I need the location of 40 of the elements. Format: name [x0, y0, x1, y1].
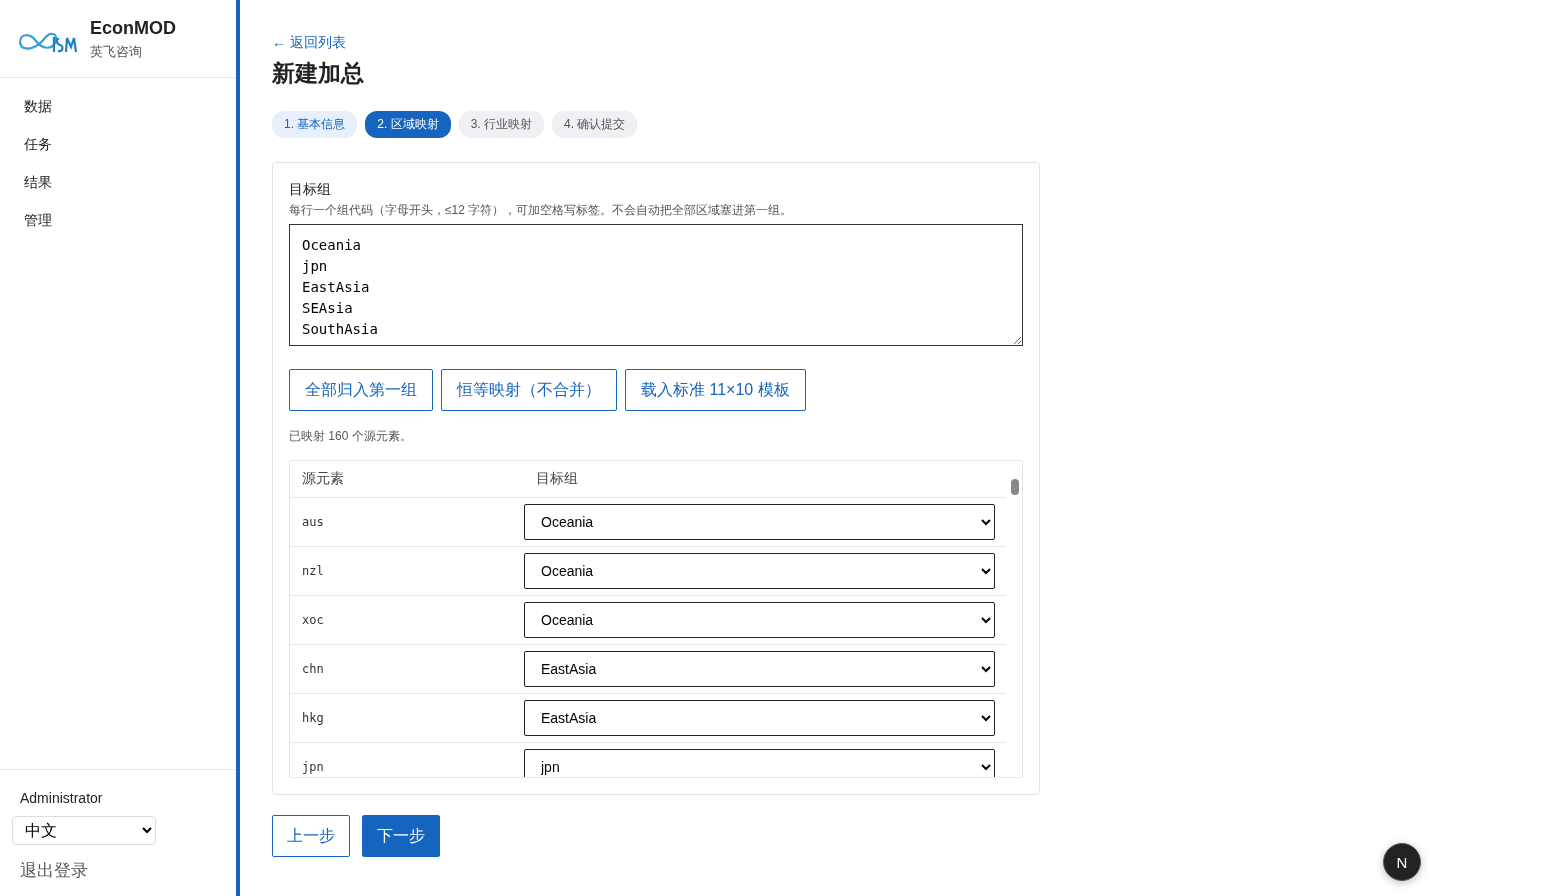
dev-badge[interactable]: N [1383, 843, 1421, 881]
nav-item[interactable]: 数据 [0, 88, 236, 126]
action-button[interactable]: 恒等映射（不合并） [441, 369, 617, 411]
step-tab[interactable]: 2. 区域映射 [365, 111, 451, 138]
column-header: 源元素 [301, 470, 345, 488]
table-cell-text: aus [301, 515, 325, 529]
table-cell-text: xoc [301, 613, 325, 627]
previous-button[interactable]: 上一步 [272, 815, 350, 857]
step-tab[interactable]: 4. 确认提交 [552, 111, 638, 138]
column-header: 目标组 [535, 470, 579, 488]
nav-item[interactable]: 结果 [0, 164, 236, 202]
group-select[interactable]: Oceania [524, 602, 995, 638]
group-select[interactable]: EastAsia [524, 651, 995, 687]
table-cell-text: nzl [301, 564, 325, 578]
back-link[interactable]: ← 返回列表 [272, 34, 1040, 52]
action-button[interactable]: 全部归入第一组 [289, 369, 433, 411]
group-select[interactable]: jpn [524, 749, 995, 777]
group-select[interactable]: Oceania [524, 504, 995, 540]
field-label: 目标组 [289, 181, 332, 199]
company-name: 英飞咨询 [90, 43, 143, 61]
groups-textarea[interactable]: Oceania jpn EastAsia SEAsia SouthAsia [289, 224, 1023, 346]
group-select[interactable]: EastAsia [524, 700, 995, 736]
nav-item[interactable]: 管理 [0, 202, 236, 240]
next-button[interactable]: 下一步 [362, 815, 440, 857]
step-tab[interactable]: 1. 基本信息 [272, 111, 358, 138]
nav-item[interactable]: 任务 [0, 126, 236, 164]
group-select[interactable]: Oceania [524, 553, 995, 589]
logout-link[interactable]: 退出登录 [12, 855, 224, 882]
step-tab[interactable]: 3. 行业映射 [458, 111, 545, 138]
table-cell-text: hkg [301, 711, 325, 725]
action-button[interactable]: 载入标准 11×10 模板 [625, 369, 806, 411]
app-name: EconMOD [90, 18, 176, 39]
mapped-count: 已映射 160 个源元素。 [289, 428, 413, 445]
scrollbar-thumb[interactable] [1011, 479, 1019, 495]
table-cell-text: jpn [301, 760, 325, 774]
table-cell-text: chn [301, 662, 325, 676]
page-title: 新建加总 [272, 59, 365, 88]
field-hint: 每行一个组代码（字母开头，≤12 字符），可加空格写标签。不会自动把全部区域塞进第一组。 [289, 202, 794, 219]
user-name: Administrator [19, 790, 104, 806]
language-select[interactable]: 中文 [12, 816, 156, 845]
